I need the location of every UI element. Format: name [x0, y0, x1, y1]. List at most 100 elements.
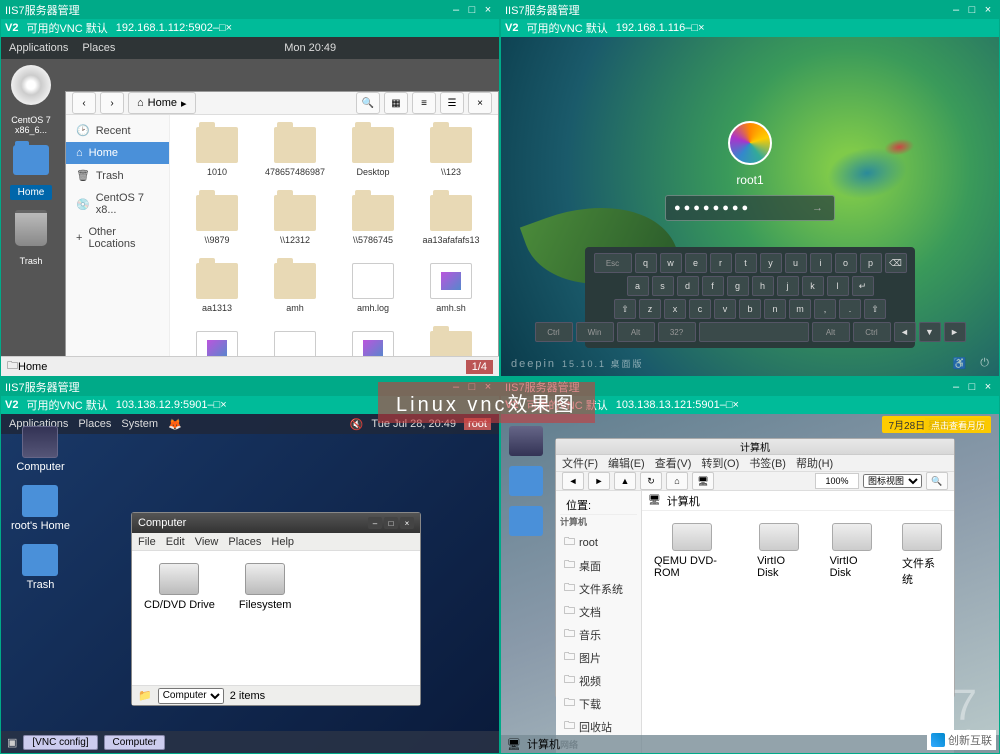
keyboard-key[interactable]: ⇧ [614, 299, 636, 319]
sidebar-item[interactable]: 🗀root [560, 531, 637, 554]
file-item[interactable]: amh [260, 263, 330, 313]
window-titlebar[interactable]: Computer –□× [132, 513, 420, 533]
menu-item[interactable]: Places [228, 536, 261, 548]
keyboard-key[interactable]: r [710, 253, 732, 273]
drive-item[interactable]: 文件系统 [902, 523, 942, 587]
computer-button[interactable]: 🖥 [692, 472, 714, 490]
max-icon[interactable]: □ [465, 3, 479, 17]
keyboard-key[interactable] [699, 322, 809, 342]
menu-item[interactable]: Edit [166, 536, 185, 548]
menu-places[interactable]: Places [78, 418, 111, 430]
drive-item[interactable]: VirtIO Disk [830, 523, 874, 587]
up-button[interactable]: ▲ [614, 472, 636, 490]
keyboard-key[interactable]: ⌫ [885, 253, 907, 273]
keyboard-key[interactable]: Ctrl [853, 322, 891, 342]
file-item[interactable]: aa13afafafs13 [416, 195, 486, 245]
back-button[interactable]: ‹ [72, 92, 96, 114]
keyboard-key[interactable]: h [752, 276, 774, 296]
location-bar[interactable]: ⌂ Home ▸ [128, 92, 196, 114]
avatar[interactable] [728, 121, 772, 165]
forward-button[interactable]: › [100, 92, 124, 114]
keyboard-key[interactable]: y [760, 253, 782, 273]
keyboard-key[interactable]: v [714, 299, 736, 319]
file-item[interactable]: \\123 [416, 127, 486, 177]
file-item[interactable]: amh.log [338, 263, 408, 313]
window-title[interactable]: 计算机 [556, 439, 954, 455]
menu-item[interactable]: 帮助(H) [796, 455, 833, 471]
keyboard-key[interactable]: . [839, 299, 861, 319]
firefox-icon[interactable]: 🦊 [168, 418, 182, 431]
sidebar-item[interactable]: 🗀音乐 [560, 623, 637, 646]
search-icon[interactable]: 🔍 [356, 92, 380, 114]
keyboard-key[interactable]: n [764, 299, 786, 319]
keyboard-key[interactable]: d [677, 276, 699, 296]
sidebar-item[interactable]: 🗀文档 [560, 600, 637, 623]
forward-button[interactable]: ► [588, 472, 610, 490]
desktop-icon[interactable]: Trash [11, 544, 70, 591]
min-icon[interactable]: – [449, 3, 463, 17]
keyboard-key[interactable]: k [802, 276, 824, 296]
drive-item[interactable]: QEMU DVD-ROM [654, 523, 729, 587]
drive-item[interactable]: VirtIO Disk [757, 523, 801, 587]
hamburger-icon[interactable]: ☰ [440, 92, 464, 114]
keyboard-key[interactable]: e [685, 253, 707, 273]
drive-item[interactable]: Filesystem [239, 563, 292, 673]
submit-arrow-icon[interactable]: → [812, 202, 826, 214]
keyboard-key[interactable]: x [664, 299, 686, 319]
keyboard-key[interactable]: u [785, 253, 807, 273]
search-icon[interactable]: 🔍 [926, 472, 948, 490]
sidebar-item[interactable]: 🕑Recent [66, 119, 169, 142]
keyboard-key[interactable]: s [652, 276, 674, 296]
desktop-icon[interactable]: root's Home [11, 485, 70, 532]
cd-icon[interactable] [11, 65, 51, 105]
home-folder-icon[interactable] [13, 145, 49, 175]
sidebar-item[interactable]: 🗀视频 [560, 669, 637, 692]
keyboard-key[interactable]: f [702, 276, 724, 296]
taskbar-item[interactable]: [VNC config] [23, 735, 97, 750]
keyboard-key[interactable]: , [814, 299, 836, 319]
view-grid-icon[interactable]: ▦ [384, 92, 408, 114]
trash-icon[interactable] [15, 210, 47, 246]
keyboard-key[interactable]: t [735, 253, 757, 273]
power-icon[interactable]: ⏻ [980, 357, 989, 370]
menu-item[interactable]: File [138, 536, 156, 548]
min-icon[interactable]: – [368, 517, 382, 529]
keyboard-key[interactable]: l [827, 276, 849, 296]
menu-item[interactable]: 书签(B) [749, 455, 786, 471]
sidebar-item[interactable]: 🗀文件系统 [560, 577, 637, 600]
keyboard-key[interactable]: Esc [594, 253, 632, 273]
home-icon[interactable] [509, 466, 543, 496]
keyboard-key[interactable]: g [727, 276, 749, 296]
computer-icon[interactable] [509, 426, 543, 456]
file-item[interactable]: Desktop [338, 127, 408, 177]
sidebar-item[interactable]: 💿CentOS 7 x8... [66, 187, 169, 221]
keyboard-key[interactable]: Alt [617, 322, 655, 342]
menu-item[interactable]: 转到(O) [701, 455, 739, 471]
sidebar-item[interactable]: 🗀下载 [560, 692, 637, 715]
accessibility-icon[interactable]: ♿ [953, 357, 967, 370]
keyboard-key[interactable]: z [639, 299, 661, 319]
menu-system[interactable]: System [121, 418, 158, 430]
keyboard-key[interactable]: Win [576, 322, 614, 342]
keyboard-key[interactable]: o [835, 253, 857, 273]
file-item[interactable]: \\12312 [260, 195, 330, 245]
close-icon[interactable]: × [481, 3, 495, 17]
close-icon[interactable]: × [468, 92, 492, 114]
menu-item[interactable]: View [195, 536, 219, 548]
keyboard-key[interactable]: c [689, 299, 711, 319]
menu-item[interactable]: 查看(V) [655, 455, 692, 471]
back-button[interactable]: ◄ [562, 472, 584, 490]
keyboard-key[interactable]: Alt [812, 322, 850, 342]
keyboard-key[interactable]: p [860, 253, 882, 273]
keyboard-key[interactable]: ◄ [894, 322, 916, 342]
sidebar-item[interactable]: 🗀图片 [560, 646, 637, 669]
file-item[interactable]: 1010 [182, 127, 252, 177]
file-item[interactable]: 478657486987 [260, 127, 330, 177]
drive-item[interactable]: CD/DVD Drive [144, 563, 215, 673]
sidebar-item[interactable]: +Other Locations [66, 221, 169, 255]
keyboard-key[interactable]: j [777, 276, 799, 296]
file-item[interactable]: \\9879 [182, 195, 252, 245]
menu-places[interactable]: Places [82, 42, 115, 54]
sidebar-item[interactable]: ⌂Home [66, 142, 169, 164]
keyboard-key[interactable]: ⇧ [864, 299, 886, 319]
